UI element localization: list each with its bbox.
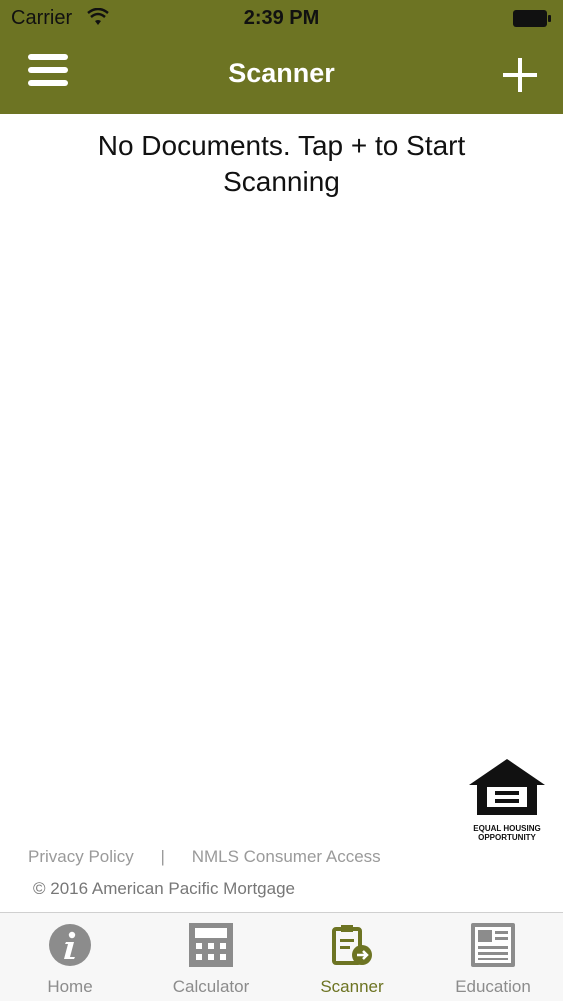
footer-separator: |	[160, 847, 165, 866]
tab-bar: Home Calculator Scanner Education	[0, 912, 563, 1001]
tab-scanner[interactable]: Scanner	[282, 913, 422, 1001]
tab-scanner-label: Scanner	[320, 977, 384, 996]
status-time: 2:39 PM	[243, 7, 320, 29]
tab-home-label: Home	[47, 977, 93, 996]
info-icon	[49, 924, 91, 966]
tab-calculator-label: Calculator	[172, 977, 250, 996]
calculator-icon	[189, 923, 233, 967]
battery-icon	[513, 10, 551, 27]
page-title: Scanner	[228, 58, 335, 88]
privacy-policy-link[interactable]: Privacy Policy	[28, 847, 134, 867]
empty-state-message: No Documents. Tap + to Start Scanning	[97, 130, 466, 197]
newspaper-icon	[471, 923, 515, 967]
status-bar: Carrier 2:39 PM	[0, 0, 563, 38]
house-icon	[469, 759, 545, 815]
navigation-bar: Scanner	[0, 38, 563, 114]
tab-calculator[interactable]: Calculator	[141, 913, 281, 1001]
tab-home[interactable]: Home	[0, 913, 140, 1001]
equal-housing-logo: EQUAL HOUSING OPPORTUNITY	[467, 757, 547, 842]
tab-education[interactable]: Education	[423, 913, 563, 1001]
footer-links: Privacy Policy | NMLS Consumer Access	[28, 847, 381, 867]
equal-housing-text: EQUAL HOUSING OPPORTUNITY	[473, 824, 541, 842]
nmls-consumer-access-link[interactable]: NMLS Consumer Access	[192, 847, 381, 867]
scanner-icon	[332, 925, 372, 965]
add-document-button[interactable]	[503, 58, 537, 92]
tab-education-label: Education	[455, 977, 531, 996]
copyright-text: © 2016 American Pacific Mortgage	[33, 879, 295, 898]
